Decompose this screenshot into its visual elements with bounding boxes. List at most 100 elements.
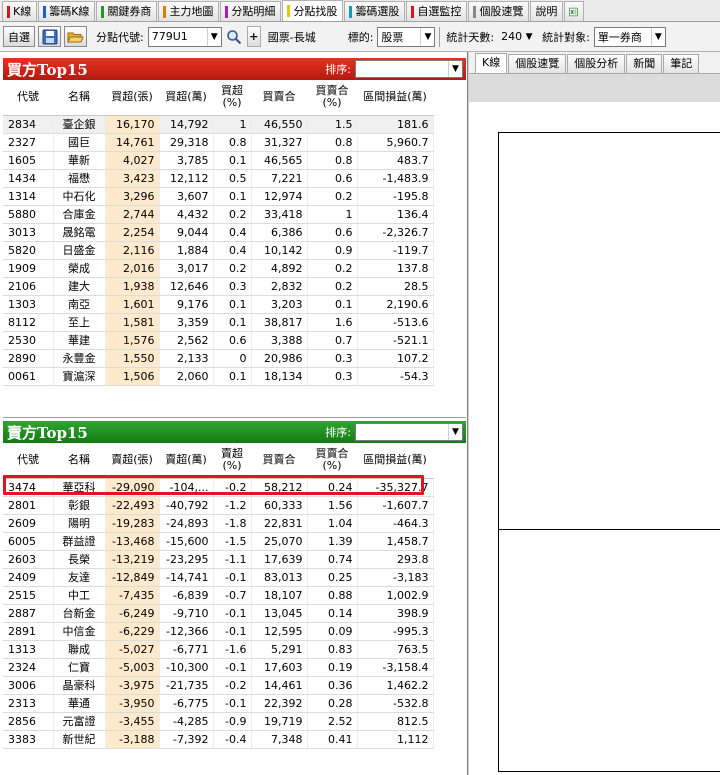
sell-sort-select[interactable]: 賣超(張) ▼ bbox=[355, 423, 463, 441]
table-cell: 0.19 bbox=[307, 658, 358, 677]
column-header[interactable]: 代號 bbox=[3, 443, 53, 479]
table-row[interactable]: 1434 福懋 3,423 12,112 0.5 7,221 0.6 -1,483.9 bbox=[3, 169, 434, 188]
table-row[interactable]: 2890 永豐金 1,550 2,133 0 20,986 0.3 107.2 bbox=[3, 349, 434, 368]
buy-table: 代號 名稱 買超(張) 買超(萬) 買超 (%) 買賣合 買賣合 (%) 區間損益(萬) 283… bbox=[3, 80, 434, 386]
table-row[interactable]: 3474 華亞科 -29,090 -104,... -0.2 58,212 0.24 -35,… bbox=[3, 478, 434, 497]
add-branch-button[interactable]: + bbox=[246, 26, 261, 47]
top-tab-9[interactable]: 說明 bbox=[530, 1, 564, 21]
column-header[interactable]: 代號 bbox=[3, 80, 53, 116]
self-select-button[interactable]: 自選 bbox=[3, 26, 35, 47]
table-cell: 2,060 bbox=[159, 367, 214, 386]
column-header[interactable]: 賣超 (%) bbox=[213, 443, 251, 479]
table-row[interactable]: 2891 中信金 -6,229 -12,366 -0.1 12,595 0.09 -995.3 bbox=[3, 622, 434, 641]
table-row[interactable]: 1605 華新 4,027 3,785 0.1 46,565 0.8 483.7 bbox=[3, 151, 434, 170]
column-header[interactable]: 買超(張) bbox=[105, 80, 159, 116]
table-cell: 2,133 bbox=[159, 349, 214, 368]
table-cell: -0.2 bbox=[213, 478, 252, 497]
table-cell: 1,884 bbox=[159, 241, 214, 260]
table-cell: -3,975 bbox=[105, 676, 160, 695]
table-cell: 2603 bbox=[3, 550, 54, 569]
table-row[interactable]: 2801 彰銀 -22,493 -40,792 -1.2 60,333 1.56 -1,607… bbox=[3, 496, 434, 515]
column-header[interactable]: 賣超(萬) bbox=[159, 443, 213, 479]
column-header[interactable]: 名稱 bbox=[53, 80, 105, 116]
top-tab-4[interactable]: 分點明細 bbox=[220, 1, 282, 21]
right-tab-3[interactable]: 新聞 bbox=[626, 54, 663, 73]
branch-code-select[interactable]: 779U1 ▼ bbox=[147, 26, 222, 47]
search-button[interactable] bbox=[225, 26, 243, 47]
top-tab-label: 分點找股 bbox=[293, 4, 338, 18]
top-tab-0[interactable]: K線 bbox=[2, 1, 38, 21]
table-row[interactable]: 5820 日盛金 2,116 1,884 0.4 10,142 0.9 -119.7 bbox=[3, 241, 434, 260]
table-cell: 22,831 bbox=[251, 514, 308, 533]
chart-area[interactable] bbox=[498, 132, 720, 772]
export-tab[interactable] bbox=[564, 1, 585, 21]
table-cell: 22,392 bbox=[251, 694, 308, 713]
buy-panel: 買方Top15 排序: 買超(張) ▼ 代號 名稱 買超(張) 買超(萬) 買超 (%)… bbox=[3, 58, 466, 386]
column-header[interactable]: 區間損益(萬) bbox=[357, 80, 433, 116]
table-row[interactable]: 2887 台新金 -6,249 -9,710 -0.1 13,045 0.14 398.9 bbox=[3, 604, 434, 623]
column-header[interactable]: 買賣合 bbox=[251, 443, 307, 479]
table-row[interactable]: 3383 新世紀 -3,188 -7,392 -0.4 7,348 0.41 1,112 bbox=[3, 730, 434, 749]
column-header[interactable]: 買賣合 (%) bbox=[307, 80, 357, 116]
target-select[interactable]: 股票 ▼ bbox=[377, 26, 436, 47]
open-button[interactable] bbox=[64, 26, 87, 47]
right-tab-2[interactable]: 個股分析 bbox=[567, 54, 626, 73]
table-row[interactable]: 5880 合庫金 2,744 4,432 0.2 33,418 1 136.4 bbox=[3, 205, 434, 224]
right-tab-1[interactable]: 個股速覽 bbox=[508, 54, 567, 73]
top-tab-1[interactable]: 籌碼K線 bbox=[38, 1, 96, 21]
table-cell: 17,639 bbox=[251, 550, 308, 569]
table-row[interactable]: 2603 長榮 -13,219 -23,295 -1.1 17,639 0.74 293.8 bbox=[3, 550, 434, 569]
table-row[interactable]: 3006 晶豪科 -3,975 -21,735 -0.2 14,461 0.36 1,462.… bbox=[3, 676, 434, 695]
column-header[interactable]: 買超 (%) bbox=[213, 80, 251, 116]
top-tab-2[interactable]: 關鍵券商 bbox=[96, 1, 158, 21]
table-row[interactable]: 2856 元富證 -3,455 -4,285 -0.9 19,719 2.52 812.5 bbox=[3, 712, 434, 731]
table-cell: 陽明 bbox=[53, 514, 106, 533]
table-row[interactable]: 2834 臺企銀 16,170 14,792 1 46,550 1.5 181.6 bbox=[3, 115, 434, 134]
right-tab-4[interactable]: 筆記 bbox=[663, 54, 700, 73]
column-header[interactable]: 區間損益(萬) bbox=[357, 443, 433, 479]
table-cell: 136.4 bbox=[357, 205, 434, 224]
top-tab-8[interactable]: 個股速覽 bbox=[468, 1, 530, 21]
stat-days-select[interactable]: 240 ▼ bbox=[498, 27, 536, 47]
table-row[interactable]: 8112 至上 1,581 3,359 0.1 38,817 1.6 -513.6 bbox=[3, 313, 434, 332]
table-row[interactable]: 2530 華建 1,576 2,562 0.6 3,388 0.7 -521.1 bbox=[3, 331, 434, 350]
top-tab-7[interactable]: 自選監控 bbox=[406, 1, 468, 21]
table-row[interactable]: 2515 中工 -7,435 -6,839 -0.7 18,107 0.88 1,002.9 bbox=[3, 586, 434, 605]
column-header[interactable]: 名稱 bbox=[53, 443, 105, 479]
table-row[interactable]: 1313 聯成 -5,027 -6,771 -1.6 5,291 0.83 763.5 bbox=[3, 640, 434, 659]
table-row[interactable]: 1303 南亞 1,601 9,176 0.1 3,203 0.1 2,190.6 bbox=[3, 295, 434, 314]
table-row[interactable]: 3013 晟銘電 2,254 9,044 0.4 6,386 0.6 -2,326.7 bbox=[3, 223, 434, 242]
stat-target-select[interactable]: 單一券商 ▼ bbox=[593, 26, 666, 47]
buy-sort-select[interactable]: 買超(張) ▼ bbox=[355, 60, 463, 78]
table-cell: -995.3 bbox=[357, 622, 434, 641]
table-row[interactable]: 1314 中石化 3,296 3,607 0.1 12,974 0.2 -195.8 bbox=[3, 187, 434, 206]
top-tab-5[interactable]: 分點找股 bbox=[282, 0, 344, 21]
save-button[interactable] bbox=[38, 26, 61, 47]
table-cell: 0.4 bbox=[213, 241, 252, 260]
column-header[interactable]: 賣超(張) bbox=[105, 443, 159, 479]
table-row[interactable]: 1909 榮成 2,016 3,017 0.2 4,892 0.2 137.8 bbox=[3, 259, 434, 278]
table-row[interactable]: 2609 陽明 -19,283 -24,893 -1.8 22,831 1.04 -464.3 bbox=[3, 514, 434, 533]
table-row[interactable]: 2409 友達 -12,849 -14,741 -0.1 83,013 0.25 -3,183 bbox=[3, 568, 434, 587]
column-header[interactable]: 買賣合 (%) bbox=[307, 443, 357, 479]
column-header[interactable]: 買賣合 bbox=[251, 80, 307, 116]
table-row[interactable]: 0061 寶滬深 1,506 2,060 0.1 18,134 0.3 -54.3 bbox=[3, 367, 434, 386]
table-cell: -12,366 bbox=[159, 622, 214, 641]
top-tab-3[interactable]: 主力地圖 bbox=[158, 1, 220, 21]
table-cell: 5820 bbox=[3, 241, 54, 260]
table-cell: 0061 bbox=[3, 367, 54, 386]
table-row[interactable]: 2106 建大 1,938 12,646 0.3 2,832 0.2 28.5 bbox=[3, 277, 434, 296]
table-cell: 群益證 bbox=[53, 532, 106, 551]
top-tab-6[interactable]: 籌碼選股 bbox=[344, 1, 406, 21]
table-cell: -1.8 bbox=[213, 514, 252, 533]
table-cell: 0.6 bbox=[213, 331, 252, 350]
table-cell: -3,183 bbox=[357, 568, 434, 587]
column-header[interactable]: 買超(萬) bbox=[159, 80, 213, 116]
table-row[interactable]: 2324 仁寶 -5,003 -10,300 -0.1 17,603 0.19 -3,158.… bbox=[3, 658, 434, 677]
top-tab-label: 個股速覽 bbox=[479, 5, 524, 18]
table-row[interactable]: 2313 華通 -3,950 -6,775 -0.1 22,392 0.28 -532.8 bbox=[3, 694, 434, 713]
table-row[interactable]: 6005 群益證 -13,468 -15,600 -1.5 25,070 1.39 1,458… bbox=[3, 532, 434, 551]
table-cell: 38,817 bbox=[251, 313, 308, 332]
right-tab-0[interactable]: K線 bbox=[475, 53, 508, 73]
table-row[interactable]: 2327 國巨 14,761 29,318 0.8 31,327 0.8 5,960.7 bbox=[3, 133, 434, 152]
